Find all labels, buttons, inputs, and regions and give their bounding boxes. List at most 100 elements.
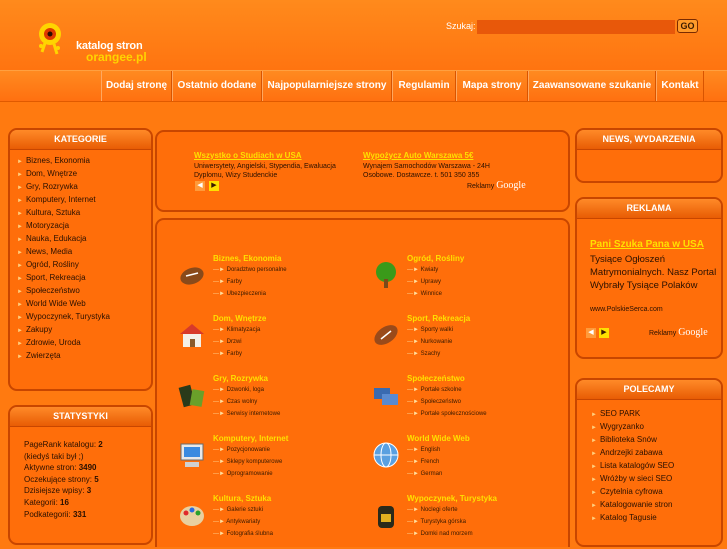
category-link[interactable]: ► Zwierzęta bbox=[17, 349, 151, 362]
arrow-icon: ► bbox=[17, 354, 23, 360]
next-arrow-icon[interactable]: ▶ bbox=[209, 181, 219, 191]
nav-zaawansowane-szukanie[interactable]: Zaawansowane szukanie bbox=[528, 71, 656, 101]
ad-link-studia[interactable]: Wszystko o Studiach w USA bbox=[194, 151, 302, 160]
google-ads-label[interactable]: Reklamy Google bbox=[649, 327, 708, 338]
category-link[interactable]: ► Zdrowie, Uroda bbox=[17, 336, 151, 349]
subcategory-link[interactable]: ---► Dzwonki, loga bbox=[213, 387, 264, 393]
category-link[interactable]: ► Dom, Wnętrze bbox=[17, 167, 151, 180]
subcategory-link[interactable]: ---► Serwisy internetowe bbox=[213, 411, 280, 417]
category-link[interactable]: ► World Wide Web bbox=[17, 297, 151, 310]
recommended-link[interactable]: ► Andrzejki zabawa bbox=[591, 446, 721, 459]
ad-text: Dyplomu, Wizy Studenckie bbox=[194, 172, 278, 179]
ad-link-auto[interactable]: Wypożycz Auto Warszawa 5€ bbox=[363, 151, 473, 160]
subcategory-link[interactable]: ---► Drzwi bbox=[213, 339, 242, 345]
header: katalog stron orangee.pl Szukaj: GO bbox=[0, 0, 727, 70]
recommended-link[interactable]: ► Biblioteka Snów bbox=[591, 433, 721, 446]
polecamy-list: ► SEO PARK ► Wygryzanko ► Biblioteka Snów ►… bbox=[577, 400, 721, 524]
subcategory-link[interactable]: ---► French bbox=[407, 459, 439, 465]
category-link[interactable]: ► Zakupy bbox=[17, 323, 151, 336]
subcategory-link[interactable]: ---► English bbox=[407, 447, 440, 453]
next-arrow-icon[interactable]: ▶ bbox=[599, 328, 609, 338]
category-link[interactable]: ► Sport, Rekreacja bbox=[17, 271, 151, 284]
category-title-link[interactable]: Dom, Wnętrze bbox=[213, 314, 266, 323]
arrow-icon: ► bbox=[17, 224, 23, 230]
subcategory-link[interactable]: ---► Noclegi oferte bbox=[407, 507, 458, 513]
subcategory-link[interactable]: ---► Winnice bbox=[407, 291, 442, 297]
recommended-link[interactable]: ► Czytelnia cyfrowa bbox=[591, 485, 721, 498]
category-title-link[interactable]: Biznes, Ekonomia bbox=[213, 254, 281, 263]
go-button[interactable]: GO bbox=[677, 19, 698, 33]
recommended-link[interactable]: ► Wygryzanko bbox=[591, 420, 721, 433]
category-title-link[interactable]: Gry, Rozrywka bbox=[213, 374, 268, 383]
category-link[interactable]: ► Komputery, Internet bbox=[17, 193, 151, 206]
prev-arrow-icon[interactable]: ◀ bbox=[586, 328, 596, 338]
arrow-icon: ► bbox=[591, 438, 597, 444]
subcategory-link[interactable]: ---► Doradztwo personalne bbox=[213, 267, 287, 273]
subcategory-link[interactable]: ---► Ubezpieczenia bbox=[213, 291, 266, 297]
ad-text: Wynajem Samochodów Warszawa - 24H bbox=[363, 163, 490, 170]
category-block: Komputery, Internet ---► Pozycjonowanie … bbox=[177, 434, 367, 489]
subcategory-link[interactable]: ---► Farby bbox=[213, 279, 242, 285]
subcategory-link[interactable]: ---► German bbox=[407, 471, 442, 477]
category-link[interactable]: ► Społeczeństwo bbox=[17, 284, 151, 297]
subcategory-link[interactable]: ---► Sklepy komputerowe bbox=[213, 459, 282, 465]
statystyki-box: STATYSTYKI PageRank katalogu: 2 (kiedyś … bbox=[8, 405, 153, 545]
category-block: Biznes, Ekonomia ---► Doradztwo personal… bbox=[177, 254, 367, 309]
nav-dodaj-strone[interactable]: Dodaj stronę bbox=[101, 71, 172, 101]
category-title-link[interactable]: Komputery, Internet bbox=[213, 434, 288, 443]
logo-domain[interactable]: orangee.pl bbox=[86, 50, 147, 64]
category-link[interactable]: ► Kultura, Sztuka bbox=[17, 206, 151, 219]
nav-kontakt[interactable]: Kontakt bbox=[656, 71, 704, 101]
subcategory-link[interactable]: ---► Sporty walki bbox=[407, 327, 453, 333]
prev-arrow-icon[interactable]: ◀ bbox=[195, 181, 205, 191]
subcategory-link[interactable]: ---► Antykwariaty bbox=[213, 519, 260, 525]
category-link[interactable]: ► Gry, Rozrywka bbox=[17, 180, 151, 193]
logo-icon[interactable] bbox=[32, 18, 74, 60]
category-title-link[interactable]: Ogród, Rośliny bbox=[407, 254, 464, 263]
category-link[interactable]: ► Motoryzacja bbox=[17, 219, 151, 232]
recommended-link[interactable]: ► Katalog Tagusie bbox=[591, 511, 721, 524]
subcategory-link[interactable]: ---► Galerie sztuki bbox=[213, 507, 263, 513]
search-label: Szukaj: bbox=[446, 21, 476, 31]
recommended-link[interactable]: ► Lista katalogów SEO bbox=[591, 459, 721, 472]
category-link[interactable]: ► Wypoczynek, Turystyka bbox=[17, 310, 151, 323]
subcategory-link[interactable]: ---► Uprawy bbox=[407, 279, 441, 285]
category-title-link[interactable]: Wypoczynek, Turystyka bbox=[407, 494, 497, 503]
category-link[interactable]: ► Biznes, Ekonomia bbox=[17, 154, 151, 167]
subcategory-link[interactable]: ---► Nurkowanie bbox=[407, 339, 452, 345]
subcategory-link[interactable]: ---► Pozycjonowanie bbox=[213, 447, 270, 453]
category-link[interactable]: ► Ogród, Rośliny bbox=[17, 258, 151, 271]
subcategory-link[interactable]: ---► Klimatyzacja bbox=[213, 327, 260, 333]
search-input[interactable] bbox=[477, 20, 675, 34]
subcategory-link[interactable]: ---► Czas wolny bbox=[213, 399, 257, 405]
category-title-link[interactable]: Społeczeństwo bbox=[407, 374, 465, 383]
subcategory-link[interactable]: ---► Szachy bbox=[407, 351, 440, 357]
recommended-link[interactable]: ► SEO PARK bbox=[591, 407, 721, 420]
subcategory-link[interactable]: ---► Domki nad morzem bbox=[407, 531, 473, 537]
category-title-link[interactable]: Sport, Rekreacja bbox=[407, 314, 470, 323]
arrow-icon: ► bbox=[591, 503, 597, 509]
subcategory-link[interactable]: ---► Społeczeństwo bbox=[407, 399, 461, 405]
subcategory-link[interactable]: ---► Turystyka górska bbox=[407, 519, 466, 525]
ad-url[interactable]: www.PolskieSerca.com bbox=[590, 306, 663, 313]
nav-regulamin[interactable]: Regulamin bbox=[392, 71, 456, 101]
subcategory-link[interactable]: ---► Kwiaty bbox=[407, 267, 438, 273]
subcategory-link[interactable]: ---► Portale szkolne bbox=[407, 387, 462, 393]
subcategory-link[interactable]: ---► Oprogramowanie bbox=[213, 471, 273, 477]
category-block: Wypoczynek, Turystyka ---► Noclegi ofert… bbox=[371, 494, 561, 549]
subcategory-link[interactable]: ---► Fotografia ślubna bbox=[213, 531, 273, 537]
google-ads-label[interactable]: Reklamy Google bbox=[467, 180, 526, 191]
ad-link-usa[interactable]: Pani Szuka Pana w USA bbox=[590, 239, 704, 250]
subcategory-link[interactable]: ---► Portale społecznościowe bbox=[407, 411, 487, 417]
category-link[interactable]: ► Nauka, Edukacja bbox=[17, 232, 151, 245]
category-title-link[interactable]: Kultura, Sztuka bbox=[213, 494, 271, 503]
nav-najpopularniejsze[interactable]: Najpopularniejsze strony bbox=[262, 71, 392, 101]
category-link[interactable]: ► News, Media bbox=[17, 245, 151, 258]
category-title-link[interactable]: World Wide Web bbox=[407, 434, 470, 443]
recommended-link[interactable]: ► Katalogowanie stron bbox=[591, 498, 721, 511]
nav-mapa-strony[interactable]: Mapa strony bbox=[456, 71, 528, 101]
subcategory-link[interactable]: ---► Farby bbox=[213, 351, 242, 357]
nav-ostatnio-dodane[interactable]: Ostatnio dodane bbox=[172, 71, 262, 101]
globe-icon bbox=[373, 442, 399, 468]
recommended-link[interactable]: ► Wróżby w sieci SEO bbox=[591, 472, 721, 485]
